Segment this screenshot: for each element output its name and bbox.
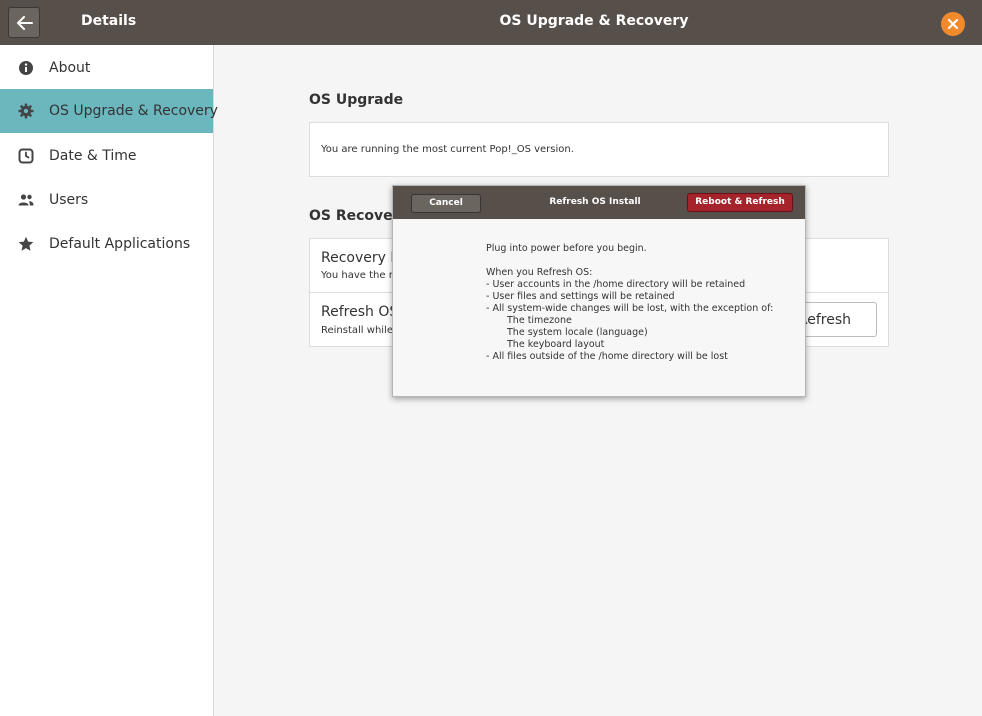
os-upgrade-status: You are running the most current Pop!_OS… xyxy=(321,144,574,155)
dialog-line: - User files and settings will be retain… xyxy=(486,291,675,302)
dialog-when-heading: When you Refresh OS: xyxy=(486,267,593,278)
sidebar-item-label: Default Applications xyxy=(49,236,191,252)
sidebar: About OS Upgrade & Recovery Date & Time xyxy=(0,45,218,716)
sidebar-item-label: Date & Time xyxy=(49,148,137,164)
users-icon xyxy=(18,194,34,206)
sidebar-title: Details xyxy=(81,13,137,29)
dialog-line: - User accounts in the /home directory w… xyxy=(486,279,746,290)
refresh-os-dialog: Cancel Refresh OS Install Reboot & Refre… xyxy=(392,185,806,397)
sidebar-item-label: About xyxy=(49,60,91,76)
sidebar-item-label: OS Upgrade & Recovery xyxy=(49,103,218,119)
refresh-os-subtitle: Reinstall while r xyxy=(321,325,401,336)
close-button[interactable] xyxy=(941,12,965,36)
os-upgrade-heading: OS Upgrade xyxy=(309,92,404,108)
info-icon xyxy=(19,61,33,75)
recovery-partition-subtitle: You have the m xyxy=(321,270,399,281)
star-icon xyxy=(18,236,34,251)
sidebar-item-label: Users xyxy=(49,192,89,208)
sidebar-item-os-upgrade-recovery[interactable]: OS Upgrade & Recovery xyxy=(0,89,218,133)
dialog-final-line: - All files outside of the /home directo… xyxy=(486,351,728,362)
sidebar-item-about[interactable]: About xyxy=(0,46,213,90)
back-button[interactable] xyxy=(8,7,40,38)
dialog-exception: The system locale (language) xyxy=(507,327,648,338)
dialog-intro: Plug into power before you begin. xyxy=(486,243,647,254)
dialog-title: Refresh OS Install xyxy=(549,197,641,207)
gear-icon xyxy=(18,103,34,119)
sidebar-item-users[interactable]: Users xyxy=(0,178,213,222)
dialog-exception: The timezone xyxy=(507,315,572,326)
dialog-header: Cancel Refresh OS Install Reboot & Refre… xyxy=(393,186,805,219)
refresh-os-title: Refresh OS xyxy=(321,304,399,320)
reboot-refresh-button[interactable]: Reboot & Refresh xyxy=(687,193,793,212)
sidebar-item-date-time[interactable]: Date & Time xyxy=(0,134,213,178)
clock-icon xyxy=(18,148,34,164)
dialog-body: Plug into power before you begin. When y… xyxy=(486,243,773,363)
close-icon xyxy=(947,18,959,30)
sidebar-item-default-applications[interactable]: Default Applications xyxy=(0,222,213,266)
refresh-button-label: Refresh xyxy=(798,312,851,328)
dialog-exception: The keyboard layout xyxy=(507,339,605,350)
window-title: OS Upgrade & Recovery xyxy=(499,13,689,29)
arrow-left-icon xyxy=(17,16,33,30)
header-bar: Details OS Upgrade & Recovery xyxy=(0,0,982,45)
dialog-line: - All system-wide changes will be lost, … xyxy=(486,303,774,314)
cancel-button[interactable]: Cancel xyxy=(411,194,481,213)
